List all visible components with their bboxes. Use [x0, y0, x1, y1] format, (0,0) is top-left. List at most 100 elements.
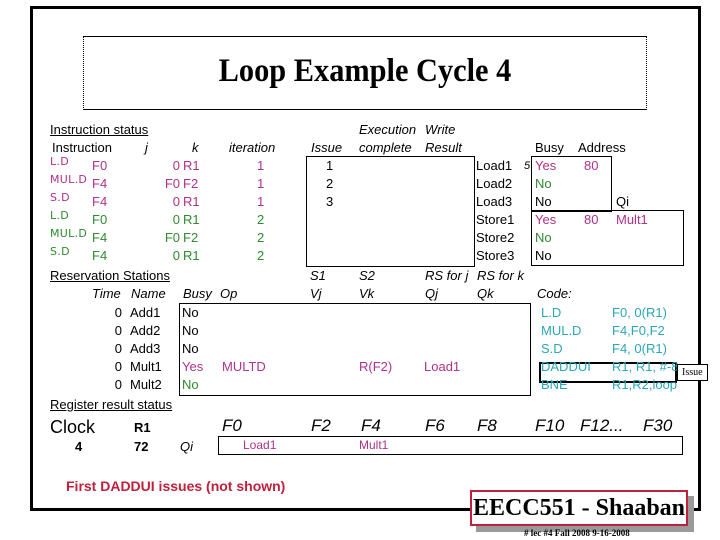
- code-args: R1,R2,loop: [612, 377, 678, 392]
- code-op: S.D: [541, 341, 563, 356]
- instruction-issue: 3: [326, 194, 334, 209]
- code-op: BNE: [541, 377, 568, 392]
- buffer-busy: No: [535, 176, 552, 191]
- buffer-name: Store2: [476, 230, 515, 245]
- clock-label: Clock: [50, 417, 96, 437]
- instruction-j: 0: [172, 248, 180, 263]
- instruction-k: F2: [183, 176, 199, 191]
- instruction-k: R1: [183, 194, 200, 209]
- rs-busy: Yes: [182, 359, 204, 374]
- register-name: F8: [477, 416, 497, 435]
- rs-header-qk: Qk: [477, 286, 494, 301]
- instruction-op: L.D: [50, 209, 69, 222]
- code-label: Code:: [537, 286, 572, 301]
- instruction-k: F2: [183, 230, 199, 245]
- header-result: Result: [425, 140, 462, 155]
- rs-time: 0: [114, 377, 122, 392]
- buffer-name: Load2: [476, 176, 513, 191]
- instruction-iteration: 1: [257, 194, 265, 209]
- instruction-iteration: 1: [257, 176, 265, 191]
- register-name: F30: [643, 416, 673, 435]
- register-name: F2: [311, 416, 331, 435]
- register-name: F4: [361, 416, 381, 435]
- buffer-name: Store3: [476, 248, 515, 263]
- buffer-busy: No: [535, 230, 552, 245]
- rs-header-qj: Qj: [425, 286, 438, 301]
- reservation-stations-heading: Reservation Stations: [50, 268, 170, 283]
- instruction-dest: F4: [92, 194, 108, 209]
- instruction-j: 0: [172, 212, 180, 227]
- instruction-j: F0: [164, 230, 180, 245]
- rs-time: 0: [114, 323, 122, 338]
- code-args: F4, 0(R1): [612, 341, 667, 356]
- rs-header-rsj: RS for j: [425, 268, 469, 283]
- header-issue: Issue: [311, 140, 343, 155]
- buffer-busy: Yes: [535, 212, 557, 227]
- rs-name: Add1: [130, 305, 161, 320]
- instruction-k: R1: [183, 248, 200, 263]
- buffer-address: 80: [584, 212, 599, 227]
- register-name: F0: [222, 416, 242, 435]
- instruction-k: R1: [183, 212, 200, 227]
- note-text: First DADDUI issues (not shown): [66, 478, 286, 494]
- instruction-op: S.D: [50, 191, 70, 204]
- code-args: R1, R1, #-8: [612, 359, 679, 374]
- instruction-j: 0: [172, 158, 180, 173]
- header-k: k: [192, 140, 199, 155]
- instruction-iteration: 2: [257, 212, 265, 227]
- buffer-busy: Yes: [535, 158, 557, 173]
- header-qi: Qi: [616, 194, 629, 209]
- footer-text: # lec #4 Fall 2008 9-16-2008: [524, 528, 630, 538]
- course-badge: EECC551 - Shaaban: [470, 490, 688, 526]
- instruction-issue: 1: [326, 158, 334, 173]
- buffer-name: Load1: [476, 158, 513, 173]
- code-op: MUL.D: [541, 323, 582, 338]
- instruction-dest: F4: [92, 230, 108, 245]
- buffer-marker: 5: [524, 160, 531, 172]
- header-j: j: [145, 140, 148, 155]
- rs-busy: No: [182, 377, 199, 392]
- header-iteration: iteration: [229, 140, 276, 155]
- register-name: F12...: [580, 416, 624, 435]
- code-args: F0, 0(R1): [612, 305, 667, 320]
- register-qi: Mult1: [359, 438, 389, 452]
- instruction-dest: F0: [92, 212, 108, 227]
- instruction-j: F0: [164, 176, 180, 191]
- instruction-dest: F4: [92, 248, 108, 263]
- rs-qj: Load1: [424, 359, 461, 374]
- rs-header-time: Time: [92, 286, 121, 301]
- instruction-iteration: 1: [257, 158, 265, 173]
- rs-busy: No: [182, 305, 199, 320]
- header-write: Write: [425, 122, 456, 137]
- buffer-address: 80: [584, 158, 599, 173]
- rs-header-busy: Busy: [183, 286, 212, 301]
- rs-op: MULTD: [222, 359, 266, 374]
- rs-header-op: Op: [220, 286, 238, 301]
- rs-header-rsk: RS for k: [477, 268, 524, 283]
- register-name: F10: [535, 416, 565, 435]
- instruction-k: R1: [183, 158, 200, 173]
- instruction-status-heading: Instruction status: [50, 122, 149, 137]
- issue-tooltip: Issue: [677, 364, 708, 381]
- rs-time: 0: [114, 359, 122, 374]
- header-execution: Execution: [359, 122, 417, 137]
- register-name: F6: [425, 416, 445, 435]
- rs-name: Mult1: [130, 359, 162, 374]
- rs-header-vk: Vk: [359, 286, 375, 301]
- instruction-op: MUL.D: [50, 227, 88, 240]
- code-args: F4,F0,F2: [612, 323, 665, 338]
- rs-time: 0: [114, 305, 122, 320]
- qi-label: Qi: [180, 439, 193, 454]
- header-busy: Busy: [535, 140, 564, 155]
- r1-value: 72: [134, 439, 149, 454]
- instruction-iteration: 2: [257, 230, 265, 245]
- rs-header-name: Name: [131, 286, 166, 301]
- buffer-name: Load3: [476, 194, 513, 209]
- rs-busy: No: [182, 323, 199, 338]
- instruction-j: 0: [172, 194, 180, 209]
- reservation-station-box: [179, 303, 531, 396]
- instruction-op: MUL.D: [50, 173, 88, 186]
- register-result-heading: Register result status: [50, 397, 173, 412]
- instruction-issue: 2: [326, 176, 334, 191]
- rs-name: Add2: [130, 323, 161, 338]
